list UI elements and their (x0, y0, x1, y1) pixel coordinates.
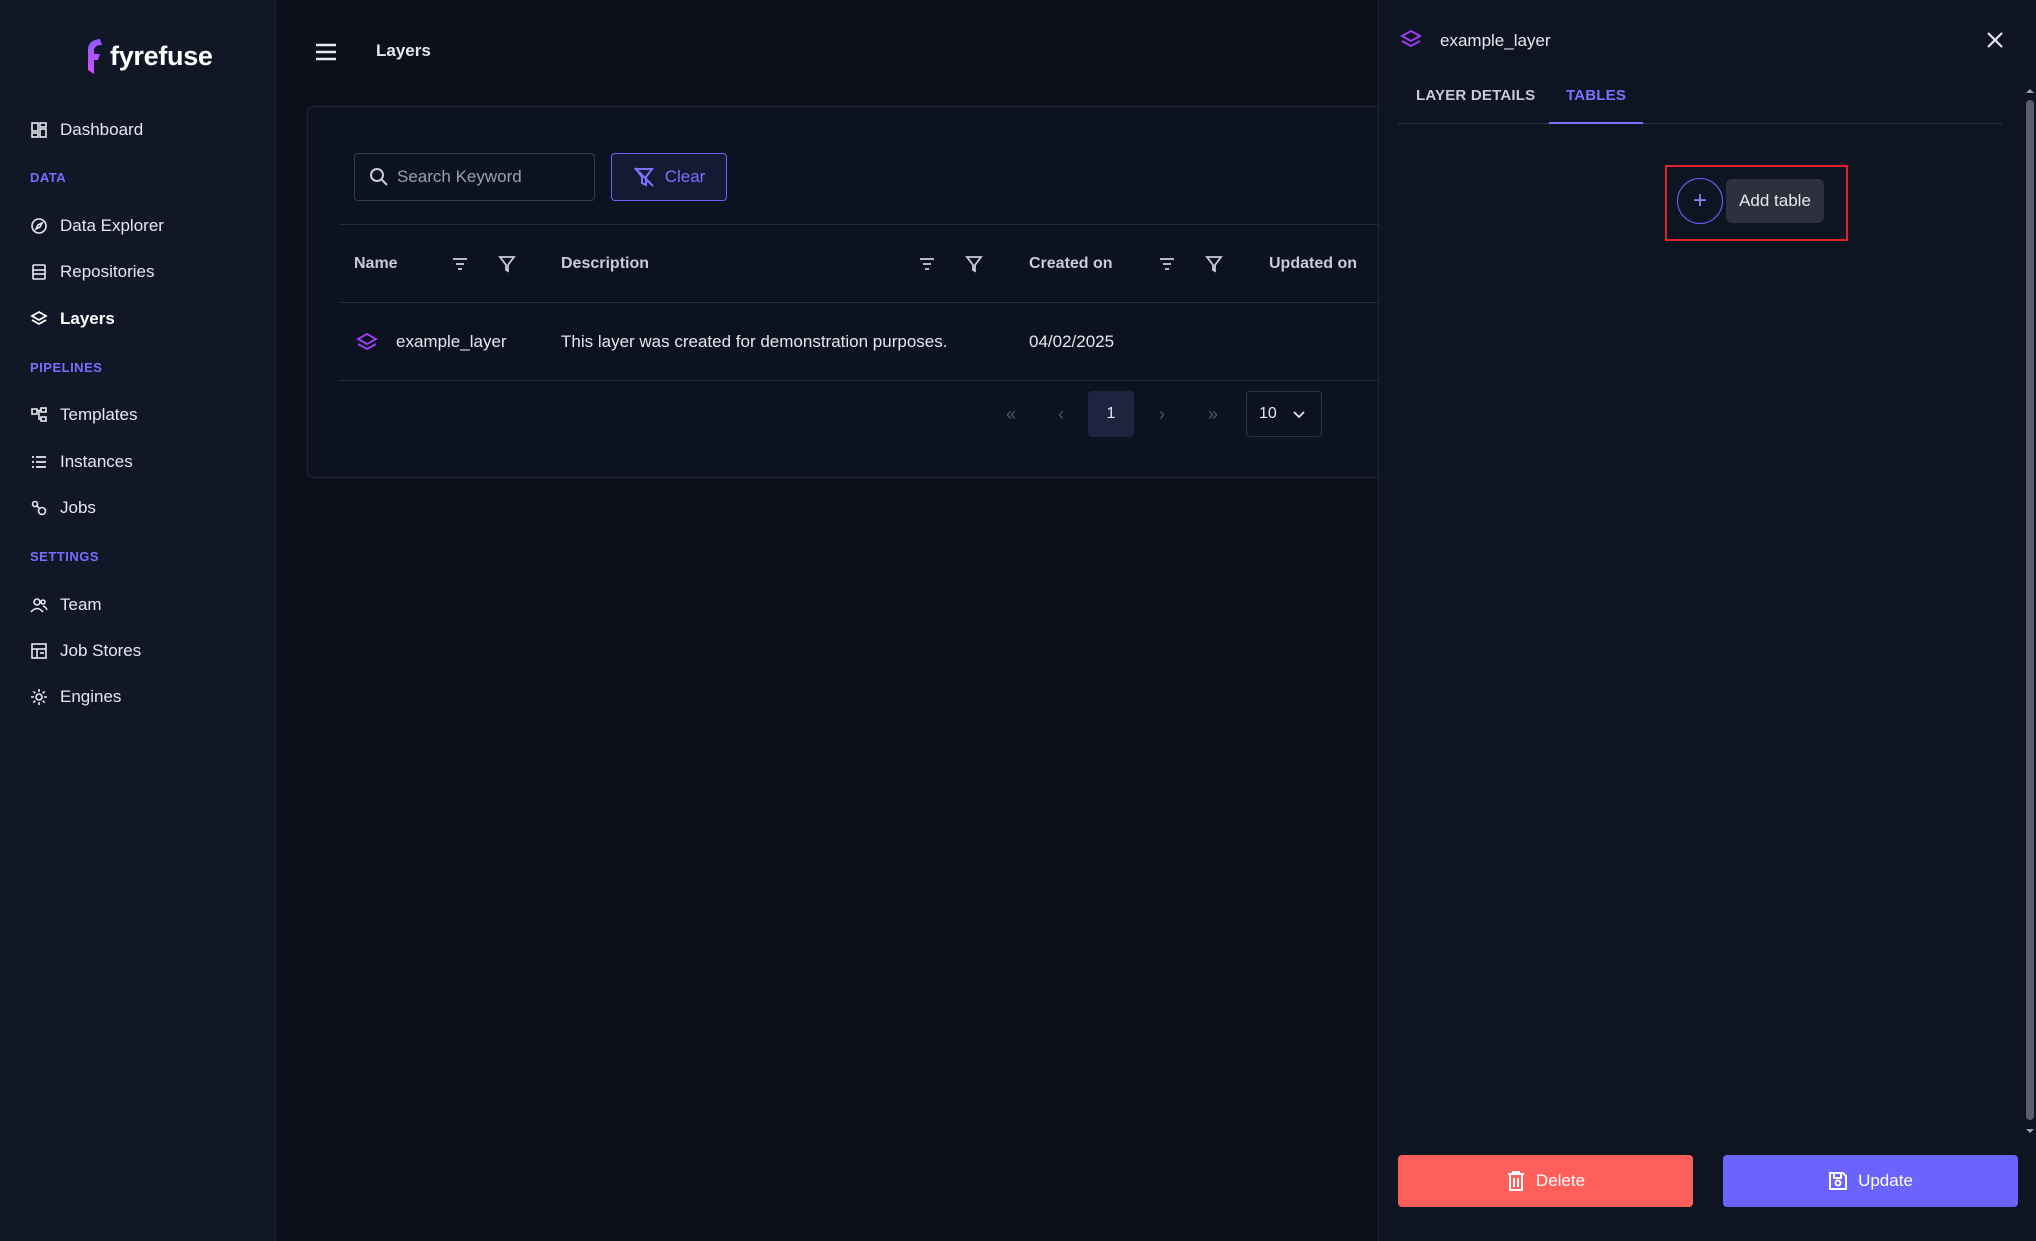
sidebar-item-label: Dashboard (60, 120, 144, 139)
search-box[interactable] (354, 153, 595, 201)
sidebar-section-data: DATA (30, 170, 67, 185)
sidebar-item-label: Instances (60, 452, 133, 471)
sidebar-section-settings: SETTINGS (30, 549, 100, 564)
close-icon[interactable] (1984, 29, 2006, 51)
cell-created-on: 04/02/2025 (1029, 332, 1115, 351)
next-page-button[interactable]: › (1139, 391, 1185, 437)
sort-icon[interactable] (1157, 254, 1177, 274)
team-icon (30, 598, 48, 613)
app-logo[interactable]: fyrefuse (82, 36, 213, 76)
plus-icon: + (1692, 187, 1707, 214)
save-icon (1829, 1172, 1848, 1190)
add-table-button[interactable]: Add table (1726, 179, 1824, 223)
filter-icon[interactable] (497, 254, 517, 274)
sidebar-item-label: Engines (60, 687, 122, 706)
menu-icon[interactable] (314, 40, 338, 64)
sidebar-item-label: Repositories (60, 262, 155, 281)
job-stores-icon (31, 643, 47, 659)
sidebar-section-pipelines: PIPELINES (30, 360, 103, 375)
sidebar-item-templates[interactable]: Templates (30, 402, 137, 428)
sidebar-item-label: Layers (60, 309, 115, 328)
column-header-description[interactable]: Description (561, 255, 649, 273)
update-button[interactable]: Update (1723, 1155, 2018, 1207)
cell-description: This layer was created for demonstration… (561, 332, 948, 351)
sidebar-item-data-explorer[interactable]: Data Explorer (30, 213, 164, 239)
filter-icon[interactable] (1204, 254, 1224, 274)
list-icon (32, 456, 46, 468)
compass-icon (31, 218, 47, 234)
prev-page-button[interactable]: ‹ (1038, 391, 1084, 437)
filter-clear-icon (633, 167, 654, 187)
layer-icon (1400, 29, 1422, 48)
gears-icon (31, 500, 47, 516)
last-page-button[interactable]: » (1190, 391, 1236, 437)
search-input[interactable] (397, 167, 587, 187)
sort-icon[interactable] (917, 254, 937, 274)
app-name: fyrefuse (110, 40, 213, 71)
sidebar-item-label: Jobs (60, 498, 96, 517)
gear-icon (31, 689, 47, 705)
sidebar-item-label: Team (60, 595, 102, 614)
sidebar-item-label: Templates (60, 405, 138, 424)
page-size-value: 10 (1259, 405, 1277, 422)
scroll-thumb[interactable] (2026, 100, 2034, 1120)
sidebar-item-team[interactable]: Team (30, 592, 102, 618)
cell-name: example_layer (396, 332, 507, 351)
fyrefuse-logo-icon (88, 39, 102, 74)
sort-icon[interactable] (450, 254, 470, 274)
page-button-current[interactable]: 1 (1088, 391, 1134, 437)
drawer-tabs: LAYER DETAILS TABLES (1398, 82, 2002, 124)
clear-filters-button[interactable]: Clear (611, 153, 727, 201)
sidebar-item-jobs[interactable]: Jobs (30, 495, 96, 521)
first-page-button[interactable]: « (988, 391, 1034, 437)
clear-button-label: Clear (664, 167, 706, 186)
sidebar-item-repositories[interactable]: Repositories (30, 259, 155, 285)
sidebar-item-layers[interactable]: Layers (30, 306, 115, 332)
delete-button-label: Delete (1535, 1171, 1586, 1190)
filter-icon[interactable] (964, 254, 984, 274)
drawer-scrollbar[interactable] (2022, 86, 2036, 1136)
dashboard-icon (31, 122, 47, 138)
column-header-updated-on[interactable]: Updated on (1269, 255, 1357, 273)
tab-layer-details[interactable]: LAYER DETAILS (1416, 87, 1535, 124)
sidebar-item-job-stores[interactable]: Job Stores (30, 638, 141, 664)
sidebar: fyrefuse Dashboard DATA Data Explorer Re… (0, 0, 276, 1241)
column-header-created-on[interactable]: Created on (1029, 255, 1113, 273)
page-title: Layers (376, 41, 431, 60)
search-icon (370, 168, 388, 186)
templates-icon (31, 407, 47, 422)
table-row[interactable]: example_layer This layer was created for… (339, 303, 1407, 381)
add-table-icon-button[interactable]: + (1677, 178, 1723, 224)
delete-button[interactable]: Delete (1398, 1155, 1693, 1207)
sidebar-item-instances[interactable]: Instances (30, 449, 133, 475)
chevron-down-icon (1293, 411, 1305, 419)
scroll-down-icon[interactable] (2025, 1126, 2035, 1136)
sidebar-item-label: Data Explorer (60, 216, 164, 235)
trash-icon (1507, 1171, 1524, 1191)
drawer-title: example_layer (1440, 31, 1551, 50)
database-icon (32, 264, 46, 280)
scroll-up-icon[interactable] (2025, 86, 2035, 96)
sidebar-item-dashboard[interactable]: Dashboard (30, 117, 143, 143)
layers-icon (30, 310, 48, 326)
update-button-label: Update (1858, 1171, 1913, 1190)
layer-icon (356, 332, 378, 351)
tab-tables[interactable]: TABLES (1549, 87, 1643, 124)
table-header: Name Description Created on Updated on (339, 224, 1407, 303)
page-size-select[interactable]: 10 (1246, 391, 1322, 437)
sidebar-item-engines[interactable]: Engines (30, 684, 121, 710)
sidebar-item-label: Job Stores (60, 641, 142, 660)
column-header-name[interactable]: Name (354, 255, 398, 273)
